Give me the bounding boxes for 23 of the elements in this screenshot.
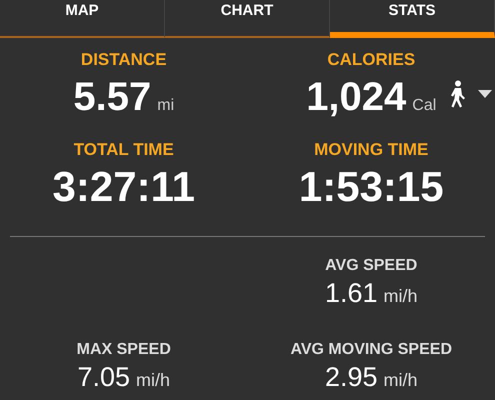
stat-label: MOVING TIME [314,140,428,160]
stat-label: AVG SPEED [325,257,418,275]
tab[interactable]: MAP [0,0,165,38]
stat-value: 1,024 [306,74,406,121]
stat-label: DISTANCE [80,50,167,70]
stat-value: 2.95 [324,361,378,394]
stat-label: MAX SPEED [76,341,171,359]
tab[interactable]: STATS [330,0,495,38]
stat-value: 7.05 [77,361,130,394]
stat-value: 5.57 [73,74,152,121]
stat-value: 1:53:15 [298,162,444,212]
stat-unit: mi [157,97,174,115]
tab[interactable]: CHART [165,0,330,38]
stat-label: CALORIES [327,50,416,70]
stat-unit: mi/h [136,370,170,391]
stat-value: 1.61 [324,277,378,310]
stat-label: AVG MOVING SPEED [290,341,452,359]
stat-unit: Cal [412,97,436,115]
stat-value: 3:27:11 [52,162,195,212]
stat-unit: mi/h [384,286,418,307]
stat-label: TOTAL TIME [74,140,174,160]
stat-unit: mi/h [384,370,418,391]
dropdown-arrow-icon [478,90,492,98]
